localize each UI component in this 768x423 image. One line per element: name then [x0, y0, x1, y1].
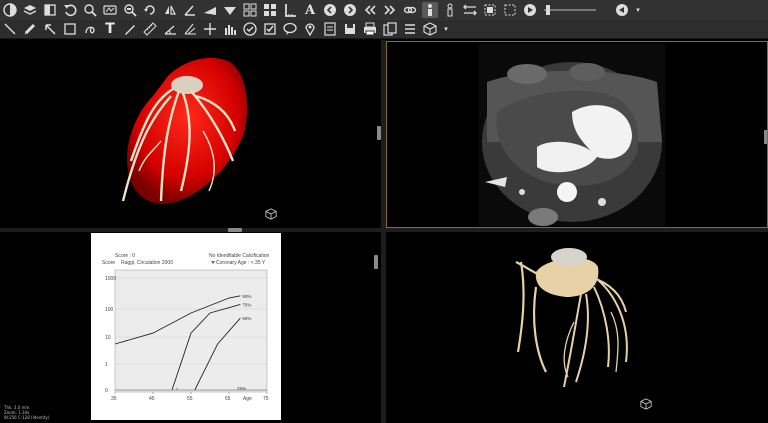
crosshair-icon[interactable]	[202, 21, 218, 37]
window-level-icon[interactable]	[102, 2, 118, 18]
x-tick-label: 35	[111, 396, 117, 402]
crop-icon[interactable]	[502, 2, 518, 18]
x-tick-label: 45	[149, 396, 155, 402]
viewport-axial-ct[interactable]	[386, 41, 768, 228]
menu-icon[interactable]	[402, 21, 418, 37]
ct-slice-image	[479, 44, 665, 226]
chart-score-text: Score : 0	[115, 253, 135, 259]
patient-marker: A	[176, 386, 179, 391]
line-icon[interactable]	[2, 21, 18, 37]
slider-thumb[interactable]	[546, 5, 550, 15]
save-icon[interactable]	[342, 21, 358, 37]
pencil-icon[interactable]	[22, 21, 38, 37]
speech-bubble-icon[interactable]	[282, 21, 298, 37]
coronary-tree-image	[515, 248, 628, 388]
viewer-app: A ▾ T ▾ Score: 0 Raggi, Circulation 200…	[0, 0, 768, 423]
dropdown-icon[interactable]: ▾	[634, 2, 642, 18]
viewport-scroll-handle[interactable]	[764, 130, 767, 144]
heart-vr-image	[121, 57, 248, 204]
rectangle-icon[interactable]	[62, 21, 78, 37]
chart-legend-text: Coronary Age : < 35 Y	[216, 260, 266, 266]
y-axis-title: Score	[102, 260, 115, 266]
next-icon[interactable]	[342, 2, 358, 18]
cobb-angle-icon[interactable]	[182, 21, 198, 37]
magnify-icon[interactable]	[122, 2, 138, 18]
link-icon[interactable]	[402, 2, 418, 18]
rotate-icon[interactable]	[142, 2, 158, 18]
viewport-coronary-tree[interactable]	[386, 232, 768, 420]
invert-icon[interactable]	[42, 2, 58, 18]
overlay-line-3: W:256 C:128 (Identity)	[4, 415, 50, 420]
checkbox-icon[interactable]	[262, 21, 278, 37]
ruler-icon[interactable]	[282, 2, 298, 18]
y-tick-label: 1	[105, 362, 108, 368]
chart-right-title: No Identifiable Calcification	[209, 253, 270, 259]
person-icon[interactable]	[422, 2, 438, 18]
splitter-handle-bottom[interactable]	[374, 255, 378, 269]
text-a-icon[interactable]: A	[302, 2, 318, 18]
angle-icon[interactable]	[182, 2, 198, 18]
fit-icon[interactable]	[462, 2, 478, 18]
contrast-icon[interactable]	[2, 2, 18, 18]
grid-icon[interactable]	[242, 2, 258, 18]
y-tick-label: 1000	[105, 276, 116, 282]
x-tick-label: 75	[263, 396, 269, 402]
annotation-toolbar: T ▾	[0, 20, 768, 39]
checkmark-icon[interactable]	[242, 21, 258, 37]
plot-area	[114, 269, 268, 393]
cube-icon[interactable]	[422, 21, 438, 37]
viewport-volume-red[interactable]	[3, 41, 381, 228]
layers-icon[interactable]	[22, 2, 38, 18]
y-tick-label: 10	[105, 335, 111, 341]
arrow-icon[interactable]	[42, 21, 58, 37]
wedge-icon[interactable]	[222, 2, 238, 18]
scalpel-icon[interactable]	[122, 21, 138, 37]
angle-tool-icon[interactable]	[162, 21, 178, 37]
play-icon[interactable]	[522, 2, 538, 18]
series-label: 75%	[242, 302, 251, 307]
flip-icon[interactable]	[162, 2, 178, 18]
ruler-tool-icon[interactable]	[142, 21, 158, 37]
x-axis-title: Age	[243, 396, 252, 402]
orientation-cube-icon[interactable]	[265, 208, 277, 220]
fast-forward-icon[interactable]	[382, 2, 398, 18]
x-tick-label: 65	[225, 396, 231, 402]
person-outline-icon[interactable]	[442, 2, 458, 18]
dropdown-icon[interactable]: ▾	[442, 21, 450, 37]
legend-heart-icon	[211, 261, 215, 264]
x-tick-label: 55	[187, 396, 193, 402]
prev-icon[interactable]	[322, 2, 338, 18]
back-icon[interactable]	[614, 2, 630, 18]
layout-icon[interactable]	[262, 2, 278, 18]
text-tool-icon[interactable]: T	[102, 21, 118, 37]
series-label: 50%	[242, 316, 251, 321]
viewport-info-overlay: Thk: 3.0 mm Zoom: 1.34x W:256 C:128 (Ide…	[4, 405, 49, 420]
chart-svg: Score : 0 Raggi, Circulation 2000 No Ide…	[102, 253, 270, 402]
splitter-handle[interactable]	[228, 228, 242, 232]
series-label: 90%	[242, 294, 251, 299]
triangle-icon[interactable]	[202, 2, 218, 18]
main-toolbar: A ▾	[0, 0, 768, 20]
pin-icon[interactable]	[302, 21, 318, 37]
zoom-icon[interactable]	[82, 2, 98, 18]
print-icon[interactable]	[362, 21, 378, 37]
histogram-icon[interactable]	[222, 21, 238, 37]
undo-icon[interactable]	[62, 2, 78, 18]
orientation-cube-icon[interactable]	[640, 398, 652, 410]
speed-slider[interactable]	[544, 2, 596, 18]
select-icon[interactable]	[482, 2, 498, 18]
key-image-icon[interactable]	[322, 21, 338, 37]
copy-icon[interactable]	[382, 21, 398, 37]
y-tick-label: 0	[105, 388, 108, 394]
splitter-handle-left[interactable]	[377, 126, 381, 140]
freehand-icon[interactable]	[82, 21, 98, 37]
horizontal-splitter[interactable]	[0, 228, 768, 232]
slider-track	[544, 9, 596, 11]
calcium-score-chart: Score : 0 Raggi, Circulation 2000 No Ide…	[91, 233, 281, 420]
rewind-icon[interactable]	[362, 2, 378, 18]
chart-subtitle: Raggi, Circulation 2000	[121, 260, 173, 266]
y-tick-label: 100	[105, 307, 114, 313]
